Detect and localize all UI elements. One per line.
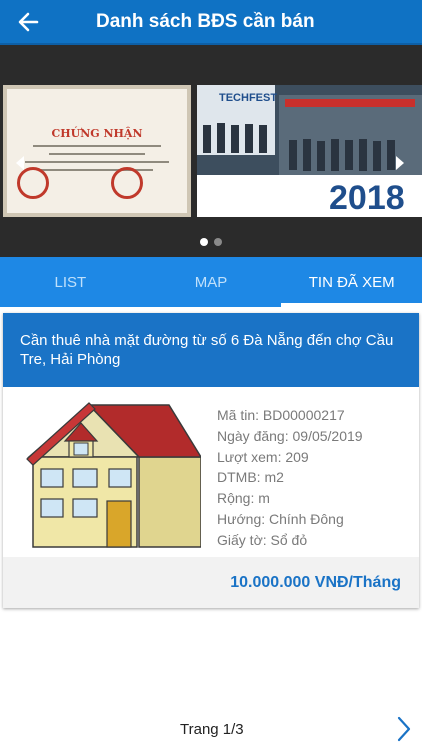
tab-list[interactable]: LIST <box>0 257 141 307</box>
pagination: Trang 1/3 <box>0 707 422 750</box>
techfest-photo: TECHFEST 2018 <box>197 85 422 217</box>
certificate-seal <box>111 167 143 199</box>
back-button[interactable] <box>0 0 56 44</box>
listing-date: Ngày đăng: 09/05/2019 <box>217 427 363 444</box>
listing-header[interactable]: Cần thuê nhà mặt đường từ số 6 Đà Nẵng đ… <box>3 313 419 387</box>
listing-views: Lượt xem: 209 <box>217 448 309 465</box>
listing-price: 10.000.000 VNĐ/Tháng <box>230 573 401 591</box>
listing-title: Cần thuê nhà mặt đường từ số 6 Đà Nẵng đ… <box>20 332 394 368</box>
page-indicator: Trang 1/3 <box>180 721 244 738</box>
techfest-label: TECHFEST <box>219 92 277 104</box>
slider-next-button[interactable] <box>390 151 410 175</box>
listing-width: Rộng: m <box>217 490 270 507</box>
arrow-left-icon <box>18 12 39 31</box>
slider-prev-button[interactable] <box>10 151 30 175</box>
slider-dot[interactable] <box>214 238 222 246</box>
certificate-title: CHỨNG NHẬN <box>51 127 143 140</box>
slide-techfest[interactable]: TECHFEST 2018 <box>197 85 422 217</box>
techfest-year: 2018 <box>329 179 405 217</box>
tab-viewed[interactable]: TIN ĐÃ XEM <box>281 257 422 307</box>
listing-area-size: DTMB: m2 <box>217 469 284 486</box>
next-page-button[interactable] <box>392 715 416 743</box>
slider-dot[interactable] <box>200 238 208 246</box>
slider-dots <box>0 238 422 246</box>
house-icon <box>26 402 201 548</box>
tab-bar: LIST MAP TIN ĐÃ XEM <box>0 257 422 307</box>
listing-info: Mã tin: BD00000217 Ngày đăng: 09/05/2019… <box>217 405 363 551</box>
listing-code: Mã tin: BD00000217 <box>217 407 345 423</box>
chevron-right-icon <box>396 156 404 170</box>
listing-body[interactable]: Mã tin: BD00000217 Ngày đăng: 09/05/2019… <box>3 387 419 557</box>
chevron-right-icon <box>397 716 411 742</box>
image-slider[interactable]: CHỨNG NHẬN TECHFEST 2018 <box>0 45 422 257</box>
slide-certificate[interactable]: CHỨNG NHẬN <box>3 85 191 217</box>
listing-direction: Hướng: Chính Đông <box>217 510 344 527</box>
listing-card[interactable]: Cần thuê nhà mặt đường từ số 6 Đà Nẵng đ… <box>3 313 419 608</box>
app-header: Danh sách BĐS cần bán <box>0 0 422 45</box>
tab-map[interactable]: MAP <box>141 257 282 307</box>
listing-documents: Giấy tờ: Sổ đỏ <box>217 531 308 548</box>
listing-footer[interactable]: 10.000.000 VNĐ/Tháng <box>3 557 419 608</box>
chevron-left-icon <box>16 156 24 170</box>
page-title: Danh sách BĐS cần bán <box>96 10 315 32</box>
